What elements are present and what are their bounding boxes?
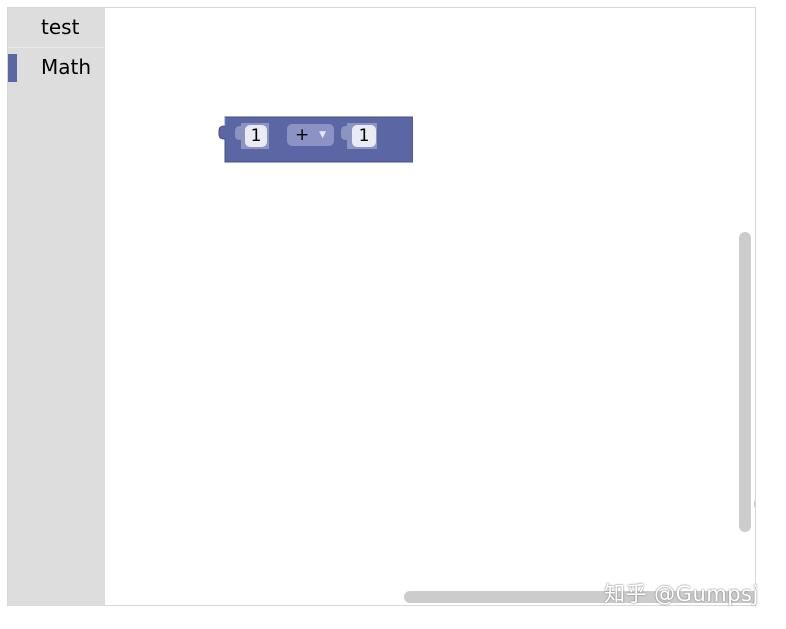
blockly-editor: test Math 1 + ▼ 1	[7, 7, 756, 606]
toolbox-category-math[interactable]: Math	[8, 48, 105, 88]
dropdown-arrow-icon: ▼	[319, 130, 326, 140]
math-arithmetic-block[interactable]: 1 + ▼ 1	[217, 112, 413, 166]
category-label: test	[41, 15, 80, 39]
category-color-marker	[8, 54, 17, 82]
right-number-value: 1	[358, 126, 370, 146]
workspace-canvas[interactable]: 1 + ▼ 1	[105, 8, 755, 605]
toolbox: test Math	[8, 8, 105, 605]
operator-dropdown[interactable]: + ▼	[287, 124, 334, 146]
watermark: 知乎 @Gumpsj	[604, 582, 759, 606]
trash-can-icon[interactable]	[754, 495, 755, 567]
left-number-field[interactable]: 1	[245, 125, 267, 147]
operator-value: +	[295, 125, 310, 145]
category-label: Math	[41, 55, 92, 79]
left-number-value: 1	[250, 126, 262, 146]
vertical-scrollbar[interactable]	[739, 232, 751, 532]
right-number-field[interactable]: 1	[352, 125, 376, 147]
toolbox-category-test[interactable]: test	[8, 8, 105, 48]
